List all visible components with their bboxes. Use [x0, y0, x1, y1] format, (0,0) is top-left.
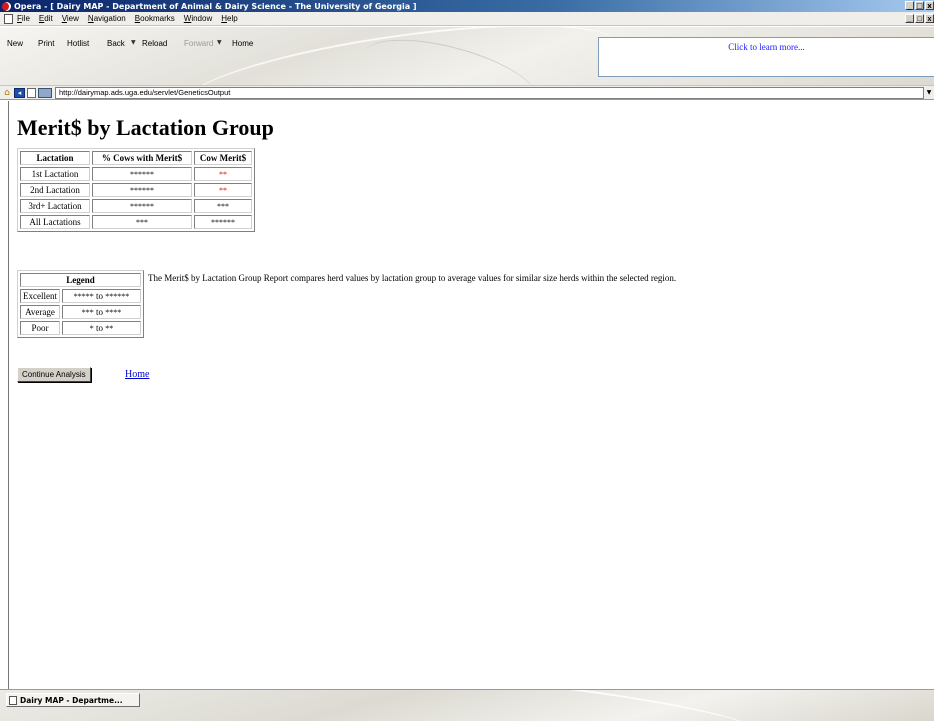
pct-cows-rating: ******	[92, 183, 192, 197]
legend-label: Excellent	[20, 289, 60, 303]
report-description: The Merit$ by Lactation Group Report com…	[148, 273, 677, 283]
url-dropdown-icon[interactable]: ▼	[924, 87, 934, 99]
legend-high: **	[105, 324, 114, 333]
minimize-button[interactable]: _	[905, 1, 914, 10]
pct-cows-rating: ******	[92, 199, 192, 213]
doc-minimize-button[interactable]: _	[905, 14, 914, 23]
pct-cows-rating: ******	[92, 167, 192, 181]
back-history-dropdown-icon[interactable]: ▼	[131, 39, 136, 46]
hotlist-button[interactable]: Hotlist	[67, 39, 89, 48]
home-toolbar-button[interactable]: Home	[232, 39, 253, 48]
legend-label: Average	[20, 305, 60, 319]
legend-range: ***** to ******	[62, 289, 141, 303]
lactation-table: Lactation % Cows with Merit$ Cow Merit$ …	[17, 148, 255, 232]
window-controls: _ □ x	[905, 1, 934, 10]
header-pct-cows: % Cows with Merit$	[92, 151, 192, 165]
legend-low: *	[89, 324, 94, 333]
legend-sep: to	[95, 307, 103, 317]
taskbar-decoration	[238, 690, 762, 721]
legend-high: ******	[105, 292, 130, 301]
close-button[interactable]: x	[925, 1, 934, 10]
header-lactation: Lactation	[20, 151, 90, 165]
lactation-cell: 1st Lactation	[20, 167, 90, 181]
url-input[interactable]: http://dairymap.ads.uga.edu/servlet/Gene…	[55, 86, 924, 99]
doc-restore-button[interactable]: □	[915, 14, 924, 23]
legend-sep: to	[95, 291, 103, 301]
legend-row: Average *** to ****	[20, 305, 141, 319]
legend-header-row: Legend	[20, 273, 141, 287]
forward-history-dropdown-icon[interactable]: ▼	[217, 39, 222, 46]
menu-bookmarks[interactable]: Bookmarks	[135, 14, 175, 23]
ad-banner[interactable]: Click to learn more...	[598, 37, 934, 77]
table-header-row: Lactation % Cows with Merit$ Cow Merit$	[20, 151, 252, 165]
home-link[interactable]: Home	[125, 369, 149, 380]
legend-range: *** to ****	[62, 305, 141, 319]
menu-window[interactable]: Window	[184, 14, 212, 23]
doc-close-button[interactable]: x	[925, 14, 934, 23]
lactation-cell: 2nd Lactation	[20, 183, 90, 197]
header-cow-merit: Cow Merit$	[194, 151, 252, 165]
print-button[interactable]: Print	[38, 39, 54, 48]
task-button-dairy-map[interactable]: Dairy MAP - Departme...	[6, 693, 140, 707]
print-preview-icon[interactable]	[38, 87, 52, 98]
legend-range: * to **	[62, 321, 141, 335]
task-button-label: Dairy MAP - Departme...	[20, 695, 123, 705]
legend-low: *****	[73, 292, 94, 301]
cow-merit-rating: ***	[194, 199, 252, 213]
ad-link[interactable]: Click to learn more...	[599, 42, 934, 52]
pct-cows-rating: ***	[92, 215, 192, 229]
legend-row: Excellent ***** to ******	[20, 289, 141, 303]
taskbar: Dairy MAP - Departme...	[0, 689, 934, 721]
document-icon	[9, 695, 17, 705]
new-button[interactable]: New	[7, 39, 23, 48]
cow-merit-rating: **	[194, 183, 252, 197]
window-title-bar[interactable]: Opera - [ Dairy MAP - Department of Anim…	[0, 0, 934, 12]
page-title: Merit$ by Lactation Group	[17, 115, 274, 140]
lactation-cell: All Lactations	[20, 215, 90, 229]
legend-low: ***	[81, 308, 94, 317]
reload-button[interactable]: Reload	[142, 39, 167, 48]
main-toolbar: New Print Hotlist Back ▼ Reload Forward …	[0, 27, 934, 85]
cow-merit-rating: ******	[194, 215, 252, 229]
table-row: 1st Lactation ****** **	[20, 167, 252, 181]
opera-icon	[2, 1, 11, 11]
maximize-button[interactable]: □	[915, 1, 924, 10]
table-row: All Lactations *** ******	[20, 215, 252, 229]
menu-help[interactable]: Help	[221, 14, 237, 23]
legend-label: Poor	[20, 321, 60, 335]
legend-header: Legend	[20, 273, 141, 287]
document-icon[interactable]	[4, 13, 13, 24]
legend-high: ****	[105, 308, 122, 317]
page-content: Merit$ by Lactation Group Lactation % Co…	[8, 101, 934, 689]
panel-toggle-icon[interactable]: ◂	[14, 87, 25, 98]
window-title: Opera - [ Dairy MAP - Department of Anim…	[14, 1, 417, 11]
lactation-cell: 3rd+ Lactation	[20, 199, 90, 213]
legend-sep: to	[95, 323, 103, 333]
page-info-icon[interactable]	[27, 87, 36, 98]
back-button[interactable]: Back	[107, 39, 125, 48]
address-bar: ⌂ ◂ http://dairymap.ads.uga.edu/servlet/…	[0, 85, 934, 100]
legend-table: Legend Excellent ***** to ****** Average…	[17, 270, 144, 338]
menu-bar: File Edit View Navigation Bookmarks Wind…	[0, 12, 934, 26]
document-window-controls: _ □ x	[905, 14, 934, 23]
menu-navigation[interactable]: Navigation	[88, 14, 126, 23]
continue-analysis-button[interactable]: Continue Analysis	[17, 367, 91, 382]
menu-view[interactable]: View	[62, 14, 79, 23]
lock-icon[interactable]: ⌂	[2, 88, 12, 98]
menu-file[interactable]: File	[17, 14, 30, 23]
legend-row: Poor * to **	[20, 321, 141, 335]
cow-merit-rating: **	[194, 167, 252, 181]
forward-button[interactable]: Forward	[184, 39, 213, 48]
table-row: 2nd Lactation ****** **	[20, 183, 252, 197]
table-row: 3rd+ Lactation ****** ***	[20, 199, 252, 213]
menu-edit[interactable]: Edit	[39, 14, 53, 23]
